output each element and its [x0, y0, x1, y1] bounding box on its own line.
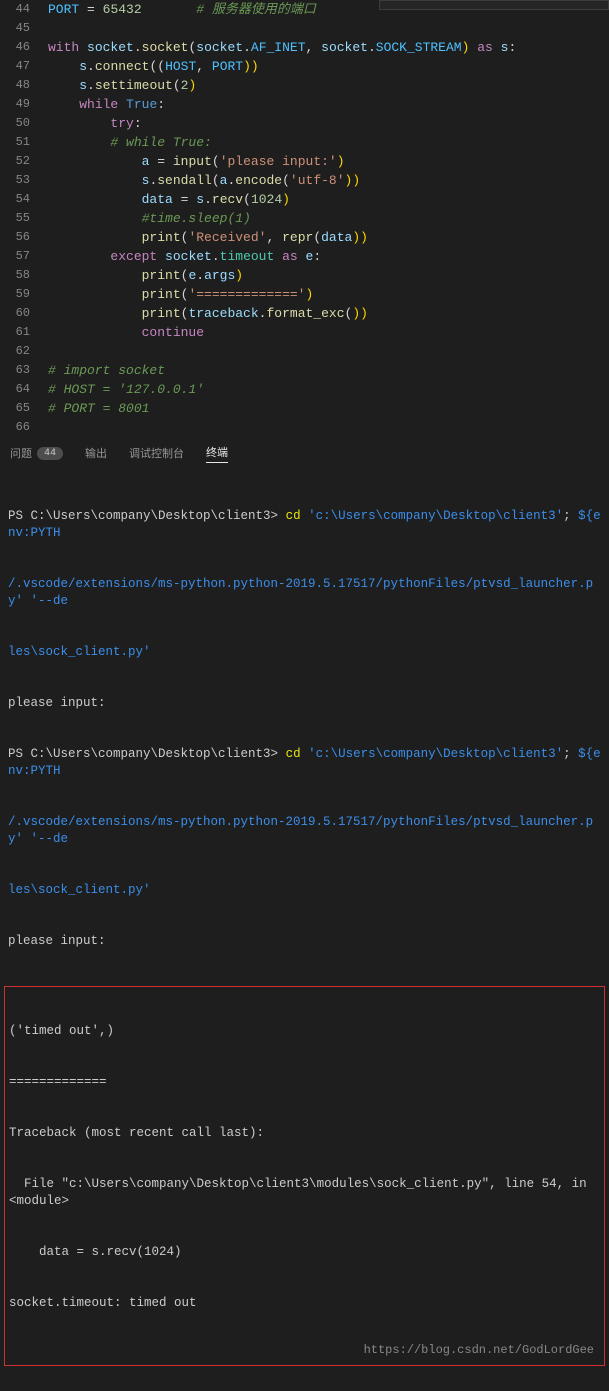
line-number: 60 — [0, 304, 48, 323]
code-line[interactable]: 60 print(traceback.format_exc()) — [0, 304, 609, 323]
code-content[interactable]: except socket.timeout as e: — [48, 247, 609, 266]
code-line[interactable]: 66 — [0, 418, 609, 437]
code-line[interactable]: 47 s.connect((HOST, PORT)) — [0, 57, 609, 76]
code-content[interactable]: s.connect((HOST, PORT)) — [48, 57, 609, 76]
tab-output[interactable]: 输出 — [85, 445, 107, 461]
editor-overlay — [379, 0, 609, 10]
code-content[interactable]: print('Received', repr(data)) — [48, 228, 609, 247]
error-highlight: ('timed out',) ============= Traceback (… — [4, 986, 605, 1366]
line-number: 56 — [0, 228, 48, 247]
code-line[interactable]: 51 # while True: — [0, 133, 609, 152]
code-content[interactable]: print(e.args) — [48, 266, 609, 285]
code-line[interactable]: 48 s.settimeout(2) — [0, 76, 609, 95]
terminal-line: please input: — [8, 933, 601, 950]
terminal-line: les\sock_client.py' — [8, 644, 601, 661]
panel-tabs: 问题 44 输出 调试控制台 终端 — [0, 437, 609, 468]
line-number: 52 — [0, 152, 48, 171]
tab-debug[interactable]: 调试控制台 — [129, 445, 184, 461]
code-line[interactable]: 61 continue — [0, 323, 609, 342]
code-content[interactable]: #time.sleep(1) — [48, 209, 609, 228]
line-number: 50 — [0, 114, 48, 133]
tab-problems-label: 问题 — [10, 445, 32, 461]
line-number: 45 — [0, 19, 48, 38]
terminal-line: ('timed out',) — [9, 1023, 600, 1040]
line-number: 55 — [0, 209, 48, 228]
code-content[interactable] — [48, 19, 609, 38]
code-content[interactable]: data = s.recv(1024) — [48, 190, 609, 209]
code-line[interactable]: 45 — [0, 19, 609, 38]
code-content[interactable]: print('=============') — [48, 285, 609, 304]
tab-terminal[interactable]: 终端 — [206, 444, 228, 463]
line-number: 59 — [0, 285, 48, 304]
code-content[interactable]: s.settimeout(2) — [48, 76, 609, 95]
code-content[interactable]: with socket.socket(socket.AF_INET, socke… — [48, 38, 609, 57]
code-line[interactable]: 64# HOST = '127.0.0.1' — [0, 380, 609, 399]
line-number: 62 — [0, 342, 48, 361]
line-number: 51 — [0, 133, 48, 152]
tab-problems[interactable]: 问题 44 — [10, 445, 63, 461]
line-number: 53 — [0, 171, 48, 190]
line-number: 54 — [0, 190, 48, 209]
line-number: 65 — [0, 399, 48, 418]
terminal-line: File "c:\Users\company\Desktop\client3\m… — [9, 1176, 600, 1210]
line-number: 44 — [0, 0, 48, 19]
code-content[interactable]: s.sendall(a.encode('utf-8')) — [48, 171, 609, 190]
line-number: 48 — [0, 76, 48, 95]
code-line[interactable]: 46with socket.socket(socket.AF_INET, soc… — [0, 38, 609, 57]
watermark: https://blog.csdn.net/GodLordGee — [364, 1342, 594, 1359]
code-content[interactable]: # HOST = '127.0.0.1' — [48, 380, 609, 399]
code-line[interactable]: 57 except socket.timeout as e: — [0, 247, 609, 266]
line-number: 61 — [0, 323, 48, 342]
terminal-line: les\sock_client.py' — [8, 882, 601, 899]
terminal-line: /.vscode/extensions/ms-python.python-201… — [8, 814, 601, 848]
line-number: 49 — [0, 95, 48, 114]
terminal-line: data = s.recv(1024) — [9, 1244, 600, 1261]
code-line[interactable]: 59 print('=============') — [0, 285, 609, 304]
code-content[interactable]: while True: — [48, 95, 609, 114]
code-content[interactable] — [48, 418, 609, 437]
terminal-line: /.vscode/extensions/ms-python.python-201… — [8, 576, 601, 610]
code-line[interactable]: 52 a = input('please input:') — [0, 152, 609, 171]
line-number: 63 — [0, 361, 48, 380]
terminal-line: ============= — [9, 1074, 600, 1091]
line-number: 66 — [0, 418, 48, 437]
code-content[interactable]: print(traceback.format_exc()) — [48, 304, 609, 323]
code-editor[interactable]: 44PORT = 65432 # 服务器使用的端口4546with socket… — [0, 0, 609, 437]
code-line[interactable]: 54 data = s.recv(1024) — [0, 190, 609, 209]
line-number: 57 — [0, 247, 48, 266]
code-line[interactable]: 65# PORT = 8001 — [0, 399, 609, 418]
terminal-line: please input: — [8, 695, 601, 712]
terminal-line: PS C:\Users\company\Desktop\client3> cd … — [8, 746, 601, 780]
terminal-line: Traceback (most recent call last): — [9, 1125, 600, 1142]
code-line[interactable]: 63# import socket — [0, 361, 609, 380]
code-content[interactable]: # PORT = 8001 — [48, 399, 609, 418]
code-line[interactable]: 56 print('Received', repr(data)) — [0, 228, 609, 247]
code-line[interactable]: 53 s.sendall(a.encode('utf-8')) — [0, 171, 609, 190]
code-line[interactable]: 62 — [0, 342, 609, 361]
terminal-line: socket.timeout: timed out — [9, 1295, 600, 1312]
code-content[interactable]: continue — [48, 323, 609, 342]
code-content[interactable]: # import socket — [48, 361, 609, 380]
code-content[interactable]: a = input('please input:') — [48, 152, 609, 171]
line-number: 64 — [0, 380, 48, 399]
code-line[interactable]: 49 while True: — [0, 95, 609, 114]
code-content[interactable]: # while True: — [48, 133, 609, 152]
code-line[interactable]: 50 try: — [0, 114, 609, 133]
terminal-line: PS C:\Users\company\Desktop\client3> cd … — [8, 508, 601, 542]
code-content[interactable]: try: — [48, 114, 609, 133]
terminal-panel[interactable]: PS C:\Users\company\Desktop\client3> cd … — [0, 468, 609, 1391]
line-number: 47 — [0, 57, 48, 76]
code-content[interactable] — [48, 342, 609, 361]
problems-badge: 44 — [37, 447, 63, 460]
line-number: 46 — [0, 38, 48, 57]
line-number: 58 — [0, 266, 48, 285]
code-line[interactable]: 58 print(e.args) — [0, 266, 609, 285]
code-line[interactable]: 55 #time.sleep(1) — [0, 209, 609, 228]
